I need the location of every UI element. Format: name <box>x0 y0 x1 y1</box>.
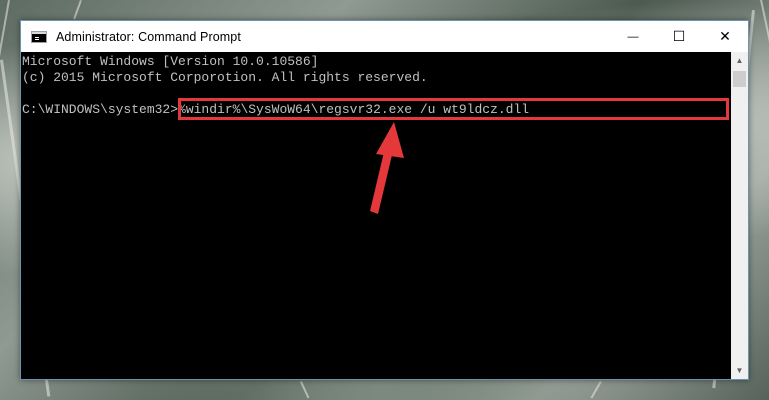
cmd-icon <box>31 30 47 43</box>
title-bar[interactable]: Administrator: Command Prompt — ☐ ✕ <box>21 21 748 52</box>
command-line[interactable]: C:\WINDOWS\system32> %windir%\SysWoW64\re… <box>22 98 731 120</box>
background-branch <box>0 0 10 296</box>
prompt-text: C:\WINDOWS\system32> <box>22 102 179 117</box>
red-arrow-icon <box>370 122 404 214</box>
minimize-icon: — <box>627 30 639 43</box>
scroll-thumb[interactable] <box>733 71 746 87</box>
console-line: (c) 2015 Microsoft Corporotion. All righ… <box>22 70 428 85</box>
close-button[interactable]: ✕ <box>702 21 748 52</box>
close-icon: ✕ <box>719 28 731 44</box>
scroll-up-button[interactable]: ▲ <box>731 52 748 69</box>
maximize-button[interactable]: ☐ <box>656 21 702 52</box>
command-highlight-box <box>178 98 729 120</box>
background-branch <box>760 0 769 196</box>
triangle-up-icon: ▲ <box>735 56 744 65</box>
background-branch <box>300 381 310 399</box>
background-branch <box>73 0 82 20</box>
maximize-icon: ☐ <box>672 28 686 44</box>
window-title: Administrator: Command Prompt <box>56 29 241 44</box>
triangle-down-icon: ▼ <box>735 366 744 375</box>
background-branch <box>590 381 602 399</box>
console-line: Microsoft Windows [Version 10.0.10586] <box>22 54 319 69</box>
arrow-shaft <box>370 152 392 214</box>
vertical-scrollbar[interactable]: ▲ ▼ <box>731 52 748 379</box>
scroll-down-button[interactable]: ▼ <box>731 362 748 379</box>
window-controls: — ☐ ✕ <box>610 21 748 52</box>
arrow-head <box>376 122 404 158</box>
minimize-button[interactable]: — <box>610 21 656 52</box>
